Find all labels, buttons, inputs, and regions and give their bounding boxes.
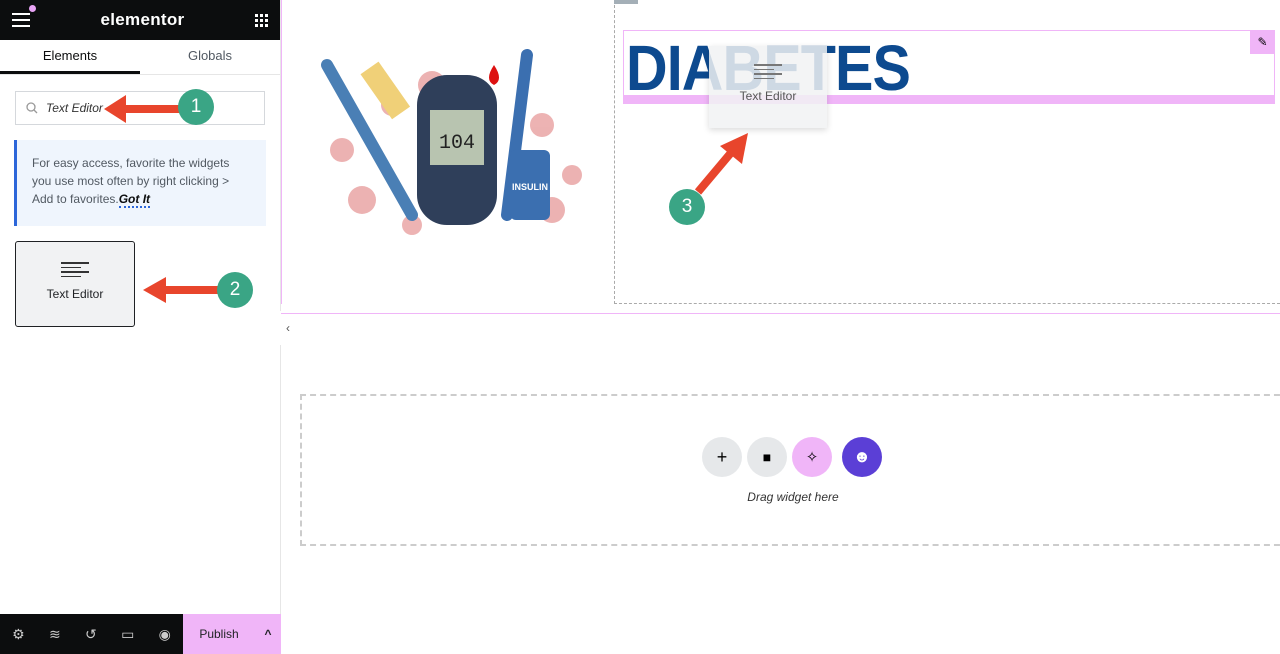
drag-preview-label: Text Editor (739, 89, 797, 103)
elementor-logo: elementor (100, 10, 185, 29)
meter-reading: 104 (439, 132, 475, 155)
drop-hint: Drag widget here (747, 490, 839, 504)
image-column: 104 INSULIN (281, 0, 614, 304)
text-editor-icon (61, 262, 89, 277)
publish-label: Publish (199, 627, 239, 641)
annotation-badge-3: 3 (669, 189, 705, 225)
responsive-icon[interactable]: ▭ (121, 626, 134, 643)
layers-icon[interactable]: ≋ (49, 626, 61, 643)
kit-face-icon[interactable]: ☻ (842, 437, 882, 477)
ai-sparkle-icon[interactable]: ✧ (792, 437, 832, 477)
publish-button[interactable]: Publish ^ (183, 614, 281, 654)
vial-label: INSULIN (512, 182, 548, 192)
got-it-link[interactable]: Got It (118, 192, 151, 208)
dragged-widget-preview: Text Editor (709, 46, 827, 128)
tab-elements[interactable]: Elements (0, 40, 140, 74)
empty-drop-zone[interactable] (300, 394, 1280, 546)
column-handle[interactable] (614, 0, 638, 4)
edit-widget-pencil-icon[interactable]: ✎ (1250, 30, 1275, 54)
annotation-badge-2: 2 (217, 272, 253, 308)
text-editor-widget[interactable]: Text Editor (15, 241, 135, 327)
text-editor-icon (754, 64, 782, 79)
add-section-plus-icon[interactable]: + (702, 437, 742, 477)
search-icon (26, 102, 38, 114)
settings-icon[interactable]: ⚙ (12, 626, 25, 643)
search-value: Text Editor (46, 101, 103, 115)
annotation-arrow-3 (694, 133, 748, 195)
section-divider (281, 313, 1280, 314)
apps-grid-icon[interactable] (254, 13, 268, 27)
preview-icon[interactable]: ◉ (159, 626, 171, 643)
favorites-tip: For easy access, favorite the widgets yo… (14, 140, 266, 226)
template-folder-icon[interactable]: ■ (747, 437, 787, 477)
annotation-badge-1: 1 (178, 89, 214, 125)
collapse-panel-button[interactable]: ‹ (280, 311, 296, 345)
tab-globals[interactable]: Globals (140, 40, 280, 74)
widget-label: Text Editor (46, 287, 104, 301)
chevron-up-icon[interactable]: ^ (255, 627, 281, 641)
menu-icon[interactable] (12, 5, 36, 27)
panel-header: elementor (0, 0, 280, 40)
panel-footer: ⚙ ≋ ↺ ▭ ◉ Publish ^ (0, 614, 281, 654)
history-icon[interactable]: ↺ (85, 626, 97, 643)
diabetes-illustration: 104 INSULIN (321, 49, 582, 235)
